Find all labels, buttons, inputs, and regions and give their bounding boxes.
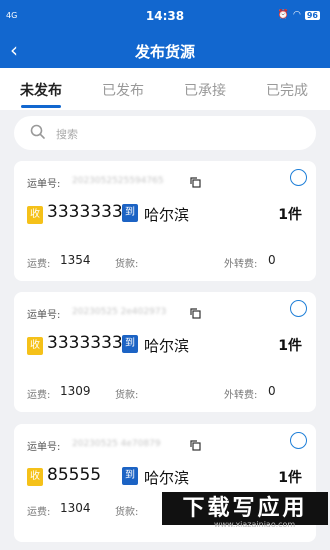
search-placeholder: 搜索 [56, 128, 78, 141]
alarm-icon: ⏰ [277, 10, 289, 20]
destination-city: 哈尔滨 [144, 206, 190, 224]
destination-city: 哈尔滨 [144, 469, 190, 487]
waybill-number: 20230525 2e402973 [72, 307, 167, 317]
watermark-url: www.xiazainiao.com [214, 520, 296, 529]
copy-icon[interactable] [190, 177, 201, 188]
waybill-label: 运单号: [27, 310, 61, 321]
status-icons: ⏰ ◠ 96 [278, 10, 320, 20]
transfer-fee-label: 外转费: [224, 390, 258, 401]
waybill-card[interactable]: 运单号: 2023052525594765 收 3333333 到 哈尔滨 1件… [14, 161, 316, 281]
tab-completed[interactable]: 已完成 [246, 80, 328, 100]
battery-level: 96 [304, 10, 320, 20]
waybill-number: 2023052525594765 [72, 176, 164, 186]
quantity: 1件 [278, 338, 302, 354]
freight-label: 运费: [27, 507, 51, 518]
freight-value: 1354 [60, 253, 91, 267]
waybill-card[interactable]: 运单号: 20230525 2e402973 收 3333333 到 哈尔滨 1… [14, 292, 316, 412]
receiver-badge: 收 [27, 468, 43, 486]
search-input[interactable]: 搜索 [14, 116, 316, 150]
receiver-badge: 收 [27, 206, 43, 224]
wifi-icon: ◠ [293, 10, 301, 20]
page-title: 发布货源 [134, 43, 195, 61]
tab-accepted[interactable]: 已承接 [164, 80, 246, 100]
tab-unpublished[interactable]: 未发布 [0, 80, 82, 100]
freight-value: 1304 [60, 501, 91, 515]
copy-icon[interactable] [190, 440, 201, 451]
transfer-fee-label: 外转费: [224, 259, 258, 270]
freight-label: 运费: [27, 390, 51, 401]
tab-published[interactable]: 已发布 [82, 80, 164, 100]
nav-bar: ‹ 发布货源 [0, 34, 330, 68]
quantity: 1件 [278, 470, 302, 486]
waybill-label: 运单号: [27, 442, 61, 453]
transfer-fee-value: 0 [268, 253, 276, 267]
select-radio[interactable] [290, 432, 307, 449]
active-tab-indicator [21, 105, 61, 108]
destination-badge: 到 [122, 204, 138, 222]
copy-icon[interactable] [190, 308, 201, 319]
waybill-number: 20230525 4e70879 [72, 439, 161, 449]
freight-label: 运费: [27, 259, 51, 270]
select-radio[interactable] [290, 300, 307, 317]
sender-name: 85555 [47, 465, 102, 485]
payment-label: 货款: [115, 259, 139, 270]
sender-name: 3333333 [47, 202, 123, 222]
sender-name: 3333333 [47, 333, 123, 353]
select-radio[interactable] [290, 169, 307, 186]
payment-label: 货款: [115, 507, 139, 518]
destination-badge: 到 [122, 335, 138, 353]
tab-bar: 未发布 已发布 已承接 已完成 [0, 68, 330, 110]
quantity: 1件 [278, 207, 302, 223]
destination-city: 哈尔滨 [144, 337, 190, 355]
destination-badge: 到 [122, 467, 138, 485]
search-icon [30, 124, 45, 139]
receiver-badge: 收 [27, 337, 43, 355]
status-bar: 4G 14:38 ⏰ ◠ 96 [0, 0, 330, 34]
payment-label: 货款: [115, 390, 139, 401]
transfer-fee-value: 0 [268, 384, 276, 398]
freight-value: 1309 [60, 384, 91, 398]
waybill-label: 运单号: [27, 179, 61, 190]
